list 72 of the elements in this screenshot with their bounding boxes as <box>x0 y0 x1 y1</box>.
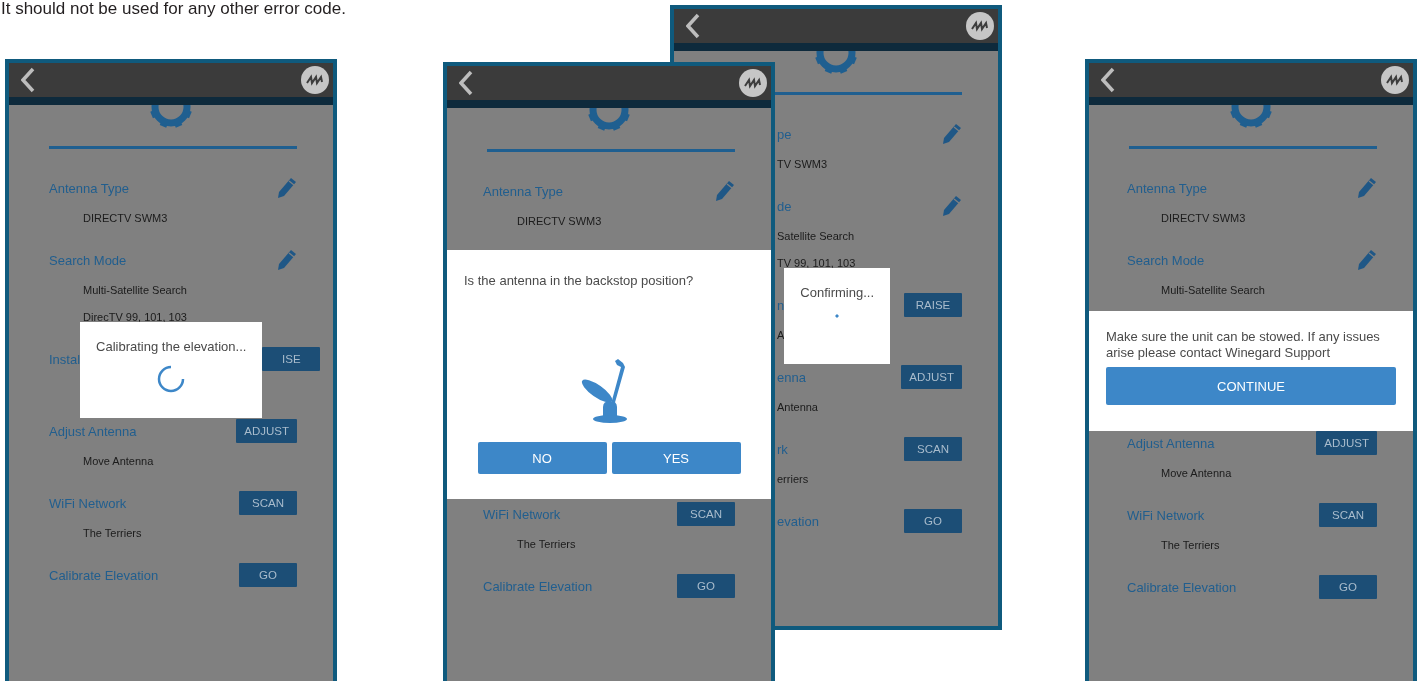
setting-label: WiFi Network <box>1127 507 1205 523</box>
dialog-button[interactable]: CONTINUE <box>1106 367 1396 405</box>
setting-value: Multi-Satellite Search <box>1160 283 1266 298</box>
setting-label: Antenna Type <box>483 183 563 199</box>
action-button[interactable]: GO <box>1319 575 1377 599</box>
setting-label: Search Mode <box>49 252 127 268</box>
action-button[interactable]: ADJUST <box>236 419 297 443</box>
gear-icon <box>1228 105 1274 128</box>
setting-value: The Terriers <box>516 537 577 552</box>
setting-label: Adjust Antenna <box>1127 435 1215 451</box>
action-button[interactable]: SCAN <box>239 491 297 515</box>
setting-label: enna <box>777 369 806 385</box>
setting-value: erriers <box>777 472 810 487</box>
action-button[interactable]: SCAN <box>1319 503 1377 527</box>
gear-icon <box>148 105 194 128</box>
setting-value: The Terriers <box>1160 538 1221 553</box>
setting-value: Move Antenna <box>1160 466 1233 481</box>
setting-label: WiFi Network <box>49 495 127 511</box>
action-button[interactable]: ISE <box>262 347 321 371</box>
gear-icon <box>586 108 632 131</box>
setting-label: Calibrate Elevation <box>483 578 593 594</box>
action-button[interactable]: GO <box>677 574 735 598</box>
logo-icon[interactable] <box>966 12 994 40</box>
setting-label: evation <box>777 513 819 529</box>
dialog-message: Make sure the unit can be stowed. If any issues arise please contact Winegard Support <box>1106 329 1381 361</box>
setting-label: Calibrate Elevation <box>1127 579 1237 595</box>
setting-value: The Terriers <box>82 526 143 541</box>
caption-text: It should not be used for any other error code. <box>0 0 347 18</box>
spinner-icon <box>156 364 187 394</box>
setting-value: Antenna <box>777 400 819 415</box>
spinner-icon <box>835 314 840 318</box>
setting-label: Search Mode <box>1127 252 1205 268</box>
action-button[interactable]: ADJUST <box>901 365 962 389</box>
setting-value: Multi-Satellite Search <box>82 283 188 298</box>
action-button[interactable]: ADJUST <box>1316 431 1377 455</box>
logo-icon[interactable] <box>1381 66 1409 94</box>
setting-label: Antenna Type <box>1127 180 1207 196</box>
dialog-button[interactable]: NO <box>477 442 607 474</box>
setting-value: TV 99, 101, 103 <box>777 256 857 271</box>
setting-value: DIRECTV SWM3 <box>516 214 603 229</box>
setting-value: Move Antenna <box>82 454 155 469</box>
setting-label: Antenna Type <box>49 180 129 196</box>
action-button[interactable]: SCAN <box>904 437 962 461</box>
back-icon[interactable] <box>21 67 35 93</box>
setting-label: rk <box>777 441 788 457</box>
setting-label: Calibrate Elevation <box>49 567 159 583</box>
setting-value: DIRECTV SWM3 <box>82 211 169 226</box>
back-icon[interactable] <box>1101 67 1115 93</box>
action-button[interactable]: SCAN <box>677 502 735 526</box>
action-button[interactable]: GO <box>239 563 297 587</box>
dialog-message: Is the antenna in the backstop position? <box>464 272 695 290</box>
dialog-message: Confirming... <box>800 284 875 302</box>
back-icon[interactable] <box>459 70 473 96</box>
setting-value: Satellite Search <box>777 229 856 244</box>
action-button[interactable]: GO <box>904 509 962 533</box>
setting-label: Instal <box>49 351 81 367</box>
setting-label: WiFi Network <box>483 506 561 522</box>
logo-icon[interactable] <box>739 69 767 97</box>
logo-icon[interactable] <box>301 66 329 94</box>
setting-label: pe <box>777 126 792 142</box>
setting-value: A <box>777 328 785 343</box>
setting-label: Adjust Antenna <box>49 423 137 439</box>
setting-value: DIRECTV SWM3 <box>1160 211 1247 226</box>
gear-icon <box>813 51 859 74</box>
back-icon[interactable] <box>686 13 700 39</box>
action-button[interactable]: RAISE <box>904 293 962 317</box>
setting-label: de <box>777 198 792 214</box>
dialog-message: Calibrating the elevation... <box>96 338 247 356</box>
setting-value: DirecTV 99, 101, 103 <box>82 310 188 325</box>
setting-value: TV SWM3 <box>777 157 829 172</box>
dialog-button[interactable]: YES <box>611 442 741 474</box>
setting-label: n <box>777 297 785 313</box>
